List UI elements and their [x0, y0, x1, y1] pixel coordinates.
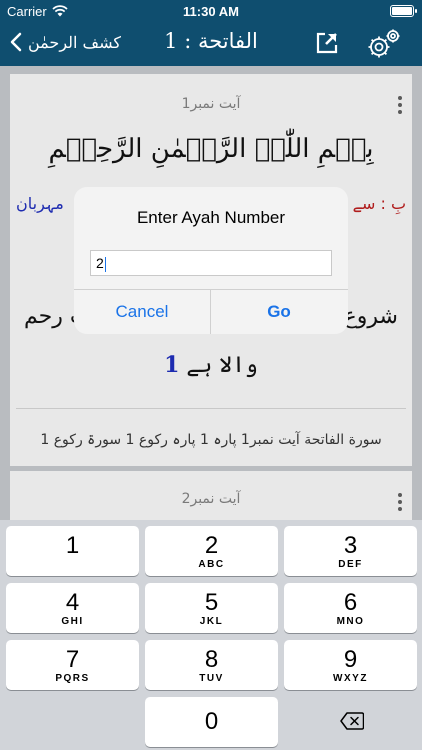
- key-letters: JKL: [199, 616, 224, 627]
- key-letters: PQRS: [55, 673, 90, 684]
- key-digit: 5: [204, 589, 219, 616]
- gear-icon: [368, 29, 400, 58]
- key-digit: 8: [204, 646, 219, 673]
- key-digit: 0: [204, 708, 219, 735]
- key-4[interactable]: 4 GHI: [6, 583, 139, 633]
- key-digit: 7: [65, 646, 80, 673]
- status-bar: Carrier 11:30 AM: [0, 0, 422, 22]
- go-button[interactable]: Go: [211, 290, 347, 334]
- ayah-number-input[interactable]: 2: [90, 250, 332, 276]
- key-digit: 6: [343, 589, 358, 616]
- key-9[interactable]: 9 WXYZ: [284, 640, 417, 690]
- cancel-button[interactable]: Cancel: [74, 290, 210, 334]
- text-cursor: [104, 256, 106, 272]
- key-letters: MNO: [336, 616, 365, 627]
- key-0[interactable]: 0: [145, 697, 278, 747]
- numeric-keyboard: 1 2 ABC 3 DEF 4 GHI 5 JKL 6 MNO 7 PQRS 8…: [0, 520, 422, 750]
- more-options-icon[interactable]: [398, 493, 402, 514]
- page-title: الفاتحة : 1: [164, 29, 258, 53]
- ayah-number-dialog: Enter Ayah Number 2 Cancel Go: [74, 187, 348, 334]
- key-8[interactable]: 8 TUV: [145, 640, 278, 690]
- key-digit: 4: [65, 589, 80, 616]
- key-7[interactable]: 7 PQRS: [6, 640, 139, 690]
- translation-fragment: والا ہے: [186, 353, 258, 378]
- key-letters: WXYZ: [333, 673, 368, 684]
- key-letters: ABC: [198, 559, 225, 570]
- more-options-icon[interactable]: [398, 96, 402, 117]
- key-digit: 9: [343, 646, 358, 673]
- arabic-verse: بِسۡمِ اللّٰہِ الرَّحۡمٰنِ الرَّحِیۡمِ: [48, 134, 374, 164]
- clock: 11:30 AM: [183, 4, 239, 19]
- ayah-number-label: آیت نمبر2: [181, 491, 241, 507]
- ayah-number-label: آیت نمبر1: [181, 96, 241, 112]
- verse-reference: سورة الفاتحة آیت نمبر1 پارہ 1 پارہ رکوع …: [40, 432, 382, 448]
- ayah-card: آیت نمبر2: [10, 471, 412, 520]
- backspace-icon: [340, 712, 364, 730]
- share-icon: [316, 32, 338, 54]
- key-letters: DEF: [338, 559, 363, 570]
- key-1[interactable]: 1: [6, 526, 139, 576]
- key-digit: 3: [343, 532, 358, 559]
- input-value: 2: [96, 255, 104, 271]
- settings-button[interactable]: [366, 26, 402, 67]
- key-5[interactable]: 5 JKL: [145, 583, 278, 633]
- battery-icon: [390, 5, 417, 17]
- key-2[interactable]: 2 ABC: [145, 526, 278, 576]
- translation-line: والا ہے 1: [10, 352, 412, 378]
- key-digit: 1: [65, 532, 80, 559]
- word-meaning: بِ : سے: [352, 194, 406, 213]
- share-button[interactable]: [315, 31, 339, 60]
- key-digit: 2: [204, 532, 219, 559]
- key-3[interactable]: 3 DEF: [284, 526, 417, 576]
- delete-key[interactable]: [284, 697, 417, 747]
- dialog-title: Enter Ayah Number: [136, 208, 286, 227]
- divider: [16, 408, 406, 409]
- word-meaning: مہربان: [16, 194, 64, 213]
- translation-fragment: شروع: [343, 304, 398, 329]
- key-letters: TUV: [199, 673, 224, 684]
- key-6[interactable]: 6 MNO: [284, 583, 417, 633]
- navigation-bar: کشف الرحمٰن الفاتحة : 1: [0, 22, 422, 66]
- verse-number: 1: [164, 352, 180, 378]
- key-letters: GHI: [61, 616, 84, 627]
